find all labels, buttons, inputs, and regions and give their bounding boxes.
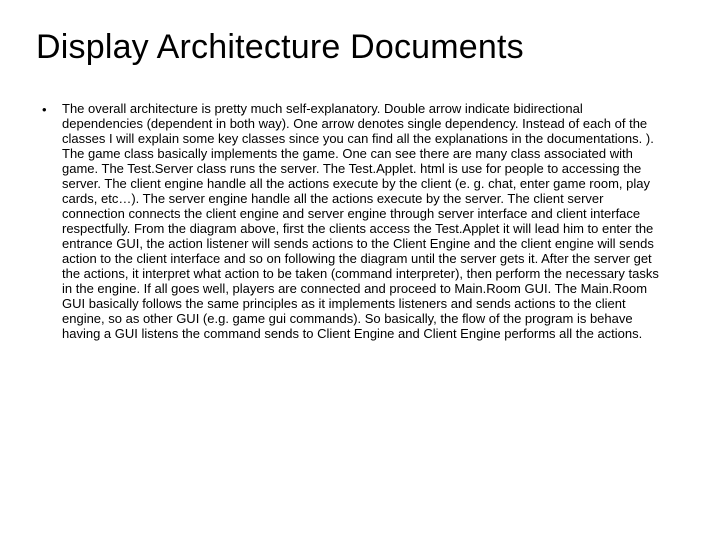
slide-container: Display Architecture Documents • The ove…	[0, 0, 720, 540]
body-row: • The overall architecture is pretty muc…	[36, 101, 684, 341]
bullet-glyph: •	[42, 101, 62, 117]
slide-title: Display Architecture Documents	[36, 28, 684, 67]
body-text: The overall architecture is pretty much …	[62, 101, 662, 341]
